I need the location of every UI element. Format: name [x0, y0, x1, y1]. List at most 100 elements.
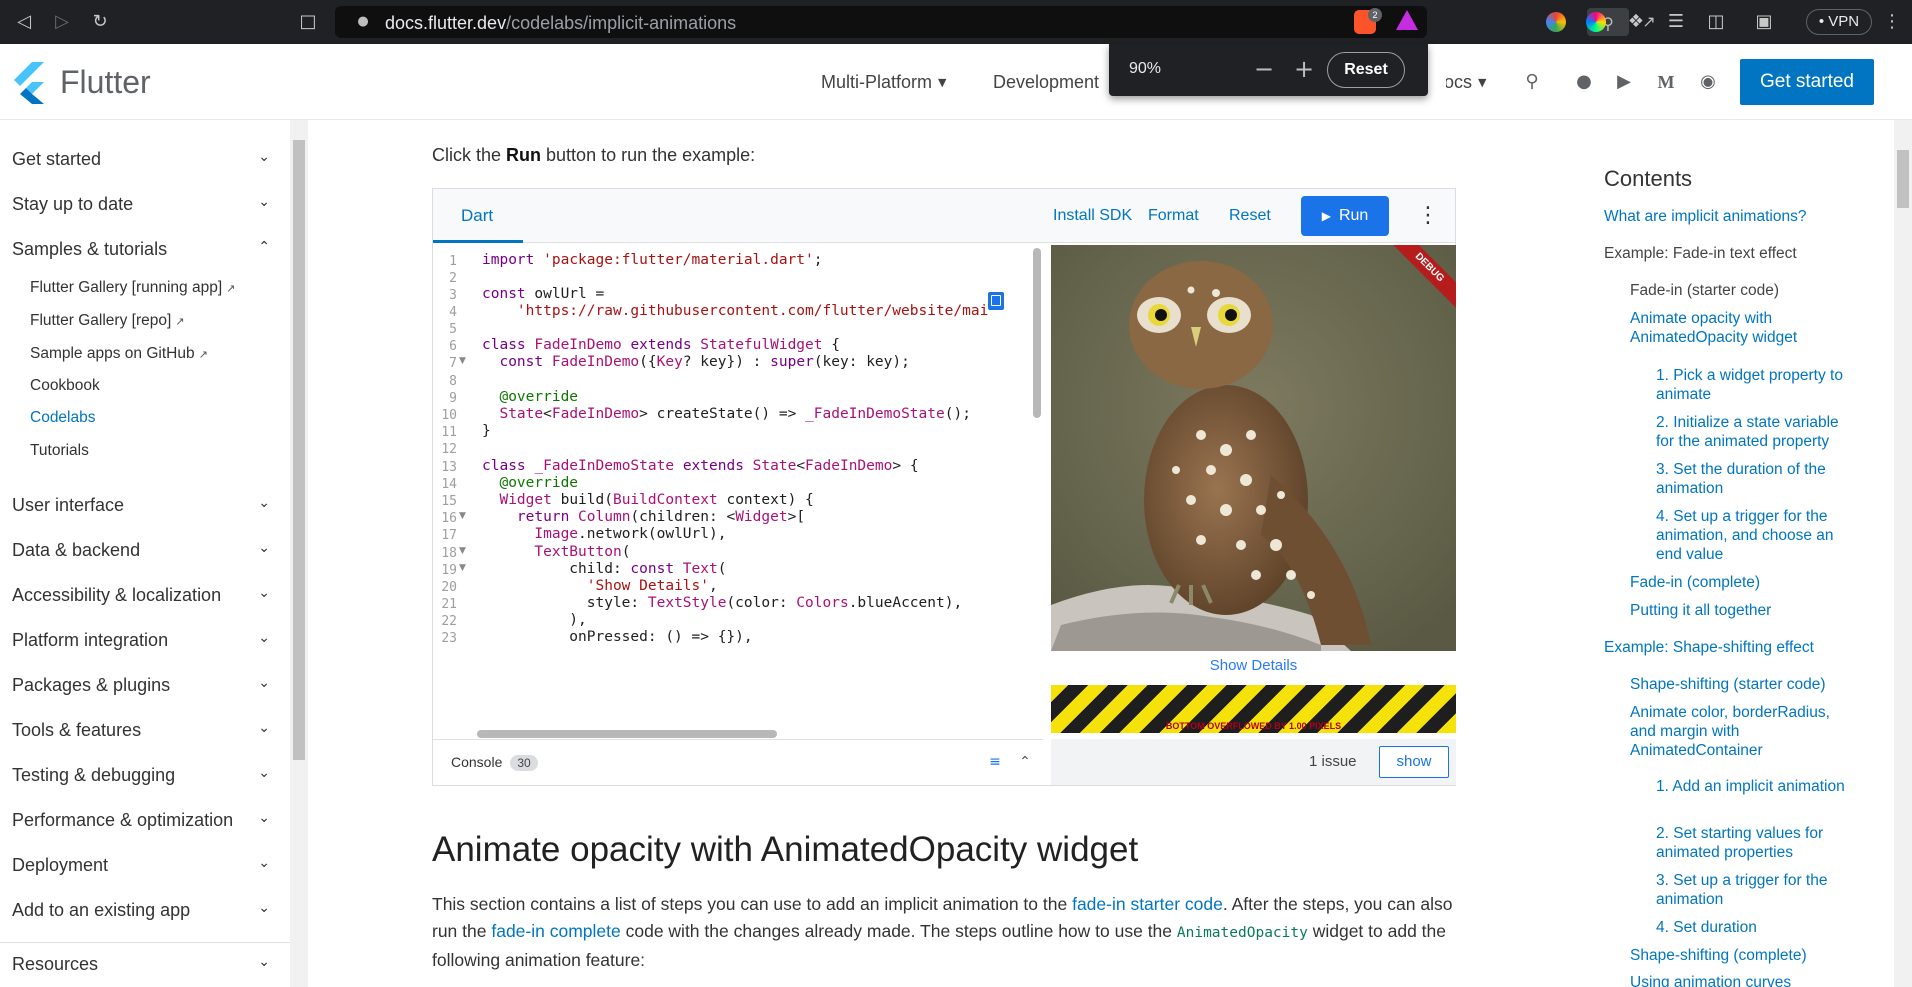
- install-sdk-button[interactable]: Install SDK: [1053, 207, 1132, 225]
- fold-arrow-icon[interactable]: ▼: [459, 511, 466, 521]
- clear-console-icon[interactable]: ≡: [985, 752, 1005, 772]
- toc-link[interactable]: 1. Add an implicit animation: [1656, 777, 1856, 796]
- sidebar-sub-gallery-app[interactable]: Flutter Gallery [running app] ↗: [30, 279, 235, 297]
- sidebar-item-testing-debugging[interactable]: Testing & debugging ⌄: [12, 765, 270, 786]
- code-editor[interactable]: 1 2 3 4 5 6 7 8 9 10 11 12 13 14 15 16 17 18 19 20 21 22 23 ▼ …: [433, 244, 1043, 739]
- toc-link[interactable]: Putting it all together: [1630, 601, 1860, 620]
- lock-icon[interactable]: ●: [349, 8, 377, 36]
- sidebar-item-tools-features[interactable]: Tools & features ⌄: [12, 720, 270, 741]
- brave-rewards-icon[interactable]: [1396, 10, 1418, 30]
- logo-text[interactable]: Flutter: [60, 64, 151, 101]
- sidebar-item-platform-integration[interactable]: Platform integration ⌄: [12, 630, 270, 651]
- nav-docs[interactable]: Docs ▼: [1446, 72, 1486, 93]
- toc-link[interactable]: Fade-in (starter code): [1630, 281, 1860, 300]
- format-button[interactable]: Format: [1148, 207, 1199, 225]
- playlist-icon[interactable]: ☰: [1660, 6, 1692, 38]
- nav-label: Docs: [1446, 72, 1472, 92]
- toc-link[interactable]: Example: Shape-shifting effect: [1604, 638, 1864, 657]
- fade-in-complete-link[interactable]: fade-in complete: [491, 921, 620, 941]
- editor-vertical-scrollbar[interactable]: [1033, 248, 1041, 418]
- vpn-button[interactable]: • VPN: [1806, 9, 1872, 35]
- sidebar-item-get-started[interactable]: Get started ⌄: [12, 149, 270, 170]
- console-label[interactable]: Console 30: [451, 754, 538, 771]
- sidebar-toggle-icon[interactable]: ◫: [1700, 6, 1732, 38]
- sidebar-item-deployment[interactable]: Deployment ⌄: [12, 855, 270, 876]
- toc-link[interactable]: What are implicit animations?: [1604, 207, 1864, 226]
- code-line: return Column(children: <Widget>[: [516, 509, 806, 525]
- toc-link[interactable]: Fade-in (complete): [1630, 573, 1860, 592]
- fold-arrow-icon[interactable]: ▼: [459, 356, 466, 366]
- show-details-button[interactable]: Show Details: [1051, 657, 1456, 674]
- app-preview[interactable]: DEBUG Show Details BOTTOM OVERFLOWED BY …: [1051, 245, 1456, 739]
- issue-count: 1 issue: [1309, 753, 1357, 770]
- page-scrollbar[interactable]: [1894, 120, 1912, 987]
- sidebar-sub-cookbook[interactable]: Cookbook: [30, 377, 100, 395]
- bookmark-icon[interactable]: □: [292, 6, 324, 38]
- youtube-icon[interactable]: ▶: [1610, 68, 1638, 96]
- menu-icon[interactable]: ⋮: [1876, 6, 1908, 38]
- toc-link[interactable]: 2. Initialize a state variable for the a…: [1656, 413, 1856, 451]
- tab-dart[interactable]: Dart: [461, 206, 493, 226]
- toc-link[interactable]: Shape-shifting (complete): [1630, 946, 1860, 965]
- sidebar-sub-gallery-repo[interactable]: Flutter Gallery [repo] ↗: [30, 312, 185, 330]
- chevron-up-icon[interactable]: ⌃: [1015, 752, 1035, 772]
- more-options-icon[interactable]: ⋮: [1417, 201, 1439, 231]
- address-bar[interactable]: ● docs.flutter.dev/codelabs/implicit-ani…: [335, 6, 1656, 38]
- forward-icon[interactable]: ▷: [46, 6, 78, 38]
- sidebar-item-add-to-app[interactable]: Add to an existing app ⌄: [12, 900, 270, 921]
- toc-link[interactable]: Shape-shifting (starter code): [1630, 675, 1860, 694]
- wallet-icon[interactable]: ▣: [1748, 6, 1780, 38]
- copy-icon[interactable]: [988, 292, 1004, 310]
- flutter-logo-icon[interactable]: [12, 62, 48, 104]
- sidebar-sub-codelabs[interactable]: Codelabs: [30, 409, 96, 427]
- sidebar-item-samples-tutorials[interactable]: Samples & tutorials ⌃: [12, 239, 270, 260]
- page-scrollbar-thumb[interactable]: [1897, 150, 1909, 208]
- toc-link[interactable]: 4. Set up a trigger for the animation, a…: [1656, 507, 1856, 564]
- fade-in-starter-link[interactable]: fade-in starter code: [1072, 894, 1223, 914]
- show-issues-button[interactable]: show: [1379, 746, 1449, 778]
- nav-multi-platform[interactable]: Multi-Platform ▼: [821, 72, 946, 93]
- fold-arrow-icon[interactable]: ▼: [459, 546, 466, 556]
- fold-arrow-icon[interactable]: ▼: [459, 563, 466, 573]
- medium-icon[interactable]: M: [1652, 68, 1680, 96]
- console-bar[interactable]: Console 30 ≡ ⌃: [433, 739, 1043, 785]
- sidebar-scrollbar[interactable]: [290, 120, 308, 987]
- sidebar-item-resources[interactable]: Resources ⌄: [12, 954, 270, 975]
- run-button[interactable]: ▶ Run: [1301, 196, 1389, 236]
- sidebar-sub-sample-apps[interactable]: Sample apps on GitHub ↗: [30, 345, 208, 363]
- toc-link[interactable]: Animate opacity with AnimatedOpacity wid…: [1630, 309, 1860, 347]
- twitter-icon[interactable]: ●: [1570, 68, 1598, 96]
- back-icon[interactable]: ◁: [8, 6, 40, 38]
- toc-link[interactable]: 1. Pick a widget property to animate: [1656, 366, 1856, 404]
- toc-link[interactable]: 3. Set up a trigger for the animation: [1656, 871, 1856, 909]
- toc-link[interactable]: 4. Set duration: [1656, 918, 1856, 937]
- sidebar-item-user-interface[interactable]: User interface ⌄: [12, 495, 270, 516]
- extensions-puzzle-icon[interactable]: ❖: [1620, 6, 1652, 38]
- reload-icon[interactable]: ↻: [84, 6, 116, 38]
- github-icon[interactable]: ◉: [1694, 68, 1722, 96]
- zoom-reset-button[interactable]: Reset: [1327, 52, 1405, 88]
- url-text[interactable]: docs.flutter.dev/codelabs/implicit-anima…: [385, 13, 736, 34]
- sidebar-item-accessibility[interactable]: Accessibility & localization ⌄: [12, 585, 270, 606]
- palette-extension-icon[interactable]: [1586, 12, 1606, 32]
- zoom-in-icon[interactable]: +: [1289, 54, 1319, 84]
- zoom-out-icon[interactable]: −: [1249, 54, 1279, 84]
- editor-horizontal-scrollbar[interactable]: [477, 730, 777, 738]
- get-started-button[interactable]: Get started: [1740, 59, 1874, 105]
- reset-button[interactable]: Reset: [1229, 207, 1271, 225]
- line-number: 21: [441, 597, 457, 612]
- color-extension-icon[interactable]: [1546, 12, 1566, 32]
- toc-link[interactable]: 2. Set starting values for animated prop…: [1656, 824, 1856, 862]
- toc-link[interactable]: 3. Set the duration of the animation: [1656, 460, 1856, 498]
- search-icon[interactable]: ⚲: [1518, 68, 1546, 96]
- nav-development[interactable]: Development: [993, 72, 1099, 93]
- toc-link[interactable]: Animate color, borderRadius, and margin …: [1630, 703, 1840, 760]
- sidebar-sub-tutorials[interactable]: Tutorials: [30, 442, 89, 460]
- sidebar-scrollbar-thumb[interactable]: [293, 140, 305, 760]
- sidebar-item-packages-plugins[interactable]: Packages & plugins ⌄: [12, 675, 270, 696]
- sidebar-item-stay-up-to-date[interactable]: Stay up to date ⌄: [12, 194, 270, 215]
- toc-link[interactable]: Using animation curves: [1630, 973, 1860, 987]
- toc-link[interactable]: Example: Fade-in text effect: [1604, 244, 1864, 263]
- sidebar-item-performance[interactable]: Performance & optimization ⌄: [12, 810, 270, 831]
- sidebar-item-data-backend[interactable]: Data & backend ⌄: [12, 540, 270, 561]
